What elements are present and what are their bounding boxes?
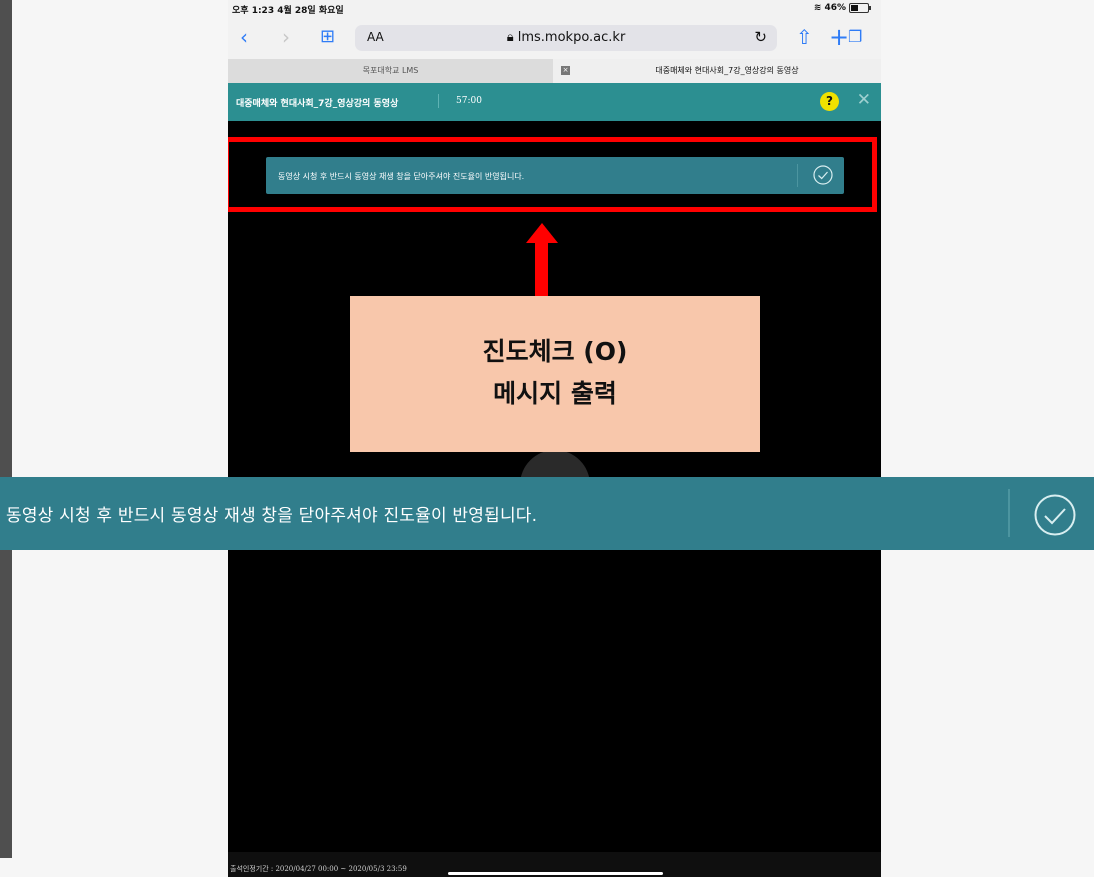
annotation-line-2: 메시지 출력	[493, 379, 617, 408]
url-text: lms.mokpo.ac.kr	[517, 30, 626, 45]
player-title: 대중매체와 현대사회_7강_영상강의 동영상	[236, 99, 399, 109]
wifi-icon: ≋	[813, 3, 822, 13]
share-icon[interactable]: ⇧	[796, 25, 813, 49]
ipad-screen: 오후 1:23 4월 28일 화요일 ≋ 46% ‹ › ⊞ AA 🔒︎ lms…	[228, 0, 881, 877]
header-divider	[438, 94, 439, 108]
banner-divider	[1008, 489, 1010, 537]
battery-percent: 46%	[824, 3, 846, 13]
tab-video[interactable]: × 대중매체와 현대사회_7강_영상강의 동영상	[553, 59, 881, 83]
tabs-icon[interactable]: ❐	[848, 25, 862, 49]
status-bar: 오후 1:23 4월 28일 화요일 ≋ 46%	[228, 0, 881, 17]
lock-icon: 🔒︎	[506, 30, 514, 45]
annotation-callout: 진도체크 (O) 메시지 출력	[350, 296, 760, 452]
left-edge-bar	[0, 0, 12, 858]
progress-message-banner-zoomed: 동영상 시청 후 반드시 동영상 재생 창을 닫아주셔야 진도율이 반영됩니다.	[0, 477, 1094, 550]
back-icon[interactable]: ‹	[240, 25, 248, 49]
progress-message-text-zoomed: 동영상 시청 후 반드시 동영상 재생 창을 닫아주셔야 진도율이 반영됩니다.	[6, 506, 538, 526]
tab-lms[interactable]: 목포대학교 LMS	[228, 59, 553, 83]
attendance-period: 출석인정기간 : 2020/04/27 00:00 ~ 2020/05/3 23…	[230, 865, 407, 873]
status-time: 오후 1:23 4월 28일 화요일	[232, 6, 344, 16]
new-tab-icon[interactable]: +	[829, 25, 849, 49]
player-duration: 57:00	[456, 96, 482, 106]
tab-strip: 목포대학교 LMS × 대중매체와 현대사회_7강_영상강의 동영상	[228, 59, 881, 83]
check-circle-icon[interactable]	[1033, 493, 1077, 537]
reload-icon[interactable]: ↻	[754, 28, 767, 46]
address-bar[interactable]: AA 🔒︎ lms.mokpo.ac.kr ↻	[355, 25, 777, 51]
forward-icon[interactable]: ›	[282, 25, 290, 49]
highlight-box	[228, 137, 877, 212]
player-footer: 출석인정기간 : 2020/04/27 00:00 ~ 2020/05/3 23…	[228, 852, 881, 877]
bookmarks-icon[interactable]: ⊞	[320, 25, 335, 49]
browser-toolbar: ‹ › ⊞ AA 🔒︎ lms.mokpo.ac.kr ↻ ⇧ + ❐	[228, 17, 881, 59]
tab-video-label: 대중매체와 현대사회_7강_영상강의 동영상	[655, 66, 799, 75]
player-header: 대중매체와 현대사회_7강_영상강의 동영상 57:00 ? ✕	[228, 83, 881, 121]
home-indicator	[448, 872, 663, 875]
battery-icon	[849, 3, 871, 13]
help-icon[interactable]: ?	[820, 92, 839, 111]
arrow-shaft	[535, 240, 548, 298]
close-icon[interactable]: ✕	[857, 90, 871, 110]
battery-level	[851, 5, 858, 11]
annotation-line-1: 진도체크 (O)	[482, 337, 628, 366]
